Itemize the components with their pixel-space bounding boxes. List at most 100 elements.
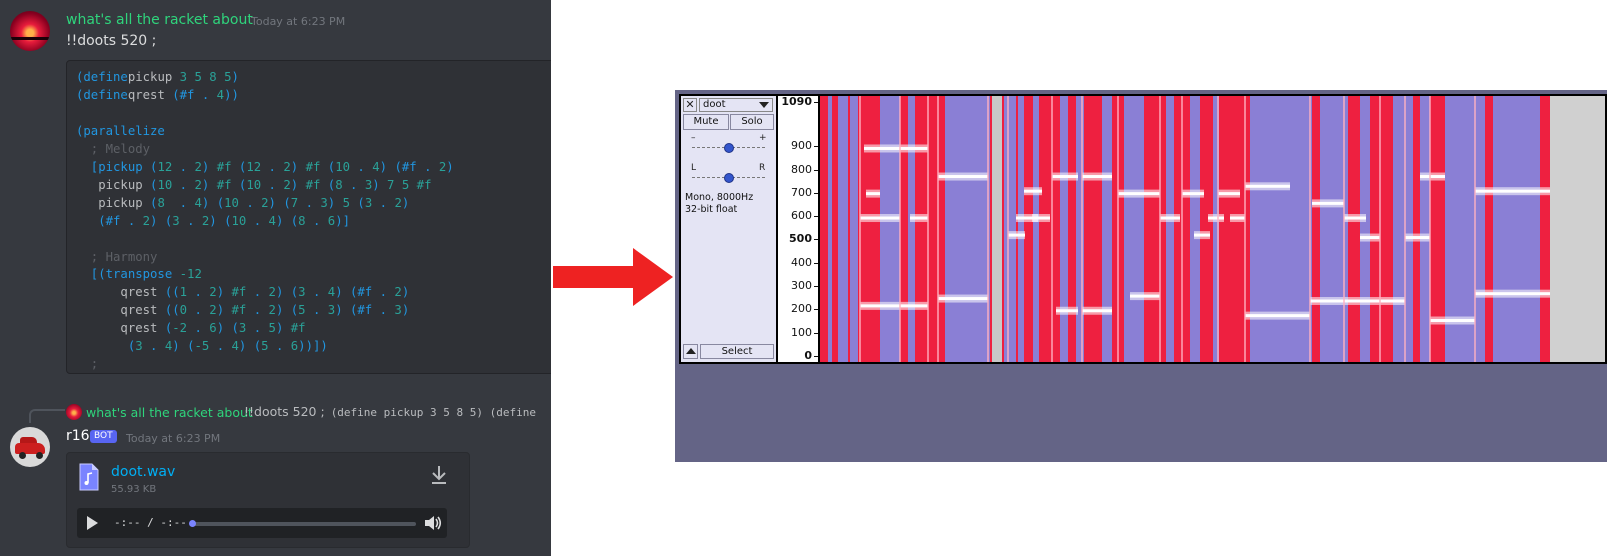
reply-author[interactable]: what's all the racket about: [86, 405, 253, 420]
audio-progress-knob[interactable]: [189, 520, 196, 527]
bot-author[interactable]: r16: [66, 428, 90, 444]
code-line: pickup (10 . 2) #f (10 . 2) #f (8 . 3) 7…: [76, 177, 432, 192]
tone-line: [938, 297, 988, 301]
ruler-label: 600: [791, 209, 812, 223]
spectrogram[interactable]: [820, 96, 1550, 362]
onset-line: [1117, 96, 1119, 362]
tone-line: [1360, 236, 1380, 240]
onset-line: [937, 96, 939, 362]
tone-line: [900, 146, 928, 150]
code-line: pickup (8 . 4) (10 . 2) (7 . 3) 5 (3 . 2…: [76, 195, 410, 210]
noise-column: [1250, 96, 1312, 362]
empty-track-area: [1550, 96, 1605, 362]
track-name-menu[interactable]: doot: [699, 98, 773, 112]
noise-column: [1360, 96, 1370, 362]
track-close-button[interactable]: ✕: [683, 98, 697, 112]
bot-avatar[interactable]: [10, 427, 50, 467]
tone-line: [1218, 192, 1240, 196]
noise-column: [838, 96, 848, 362]
tone-line: [900, 304, 928, 308]
onset-line: [859, 96, 861, 362]
solo-button[interactable]: Solo: [730, 114, 774, 130]
ruler-label: 400: [791, 255, 812, 269]
dropdown-arrow-icon[interactable]: [759, 102, 769, 108]
noise-column: [1166, 96, 1174, 362]
onset-line: [927, 96, 929, 362]
code-line: [pickup (12 . 2) #f (12 . 2) #f (10 . 4)…: [76, 159, 454, 174]
attachment-size: 55.93 KB: [111, 484, 157, 495]
code-line: ;: [76, 357, 99, 372]
user-avatar[interactable]: [10, 11, 50, 51]
tone-line: [1052, 175, 1078, 179]
tone-line: [1405, 236, 1430, 240]
track-format-info: Mono, 8000Hz 32-bit float: [685, 192, 754, 215]
attachment-filename[interactable]: doot.wav: [111, 464, 175, 480]
audio-file-icon: [79, 463, 99, 491]
noise-column: [1018, 96, 1024, 362]
tone-line: [1082, 175, 1112, 179]
mute-button[interactable]: Mute: [683, 114, 729, 130]
audio-progress-bar[interactable]: [189, 520, 416, 527]
onset-line: [1429, 96, 1431, 362]
code-line: (definepickup 3 5 8 5): [76, 70, 239, 84]
tone-line: [1230, 216, 1245, 220]
ruler-tick: [814, 262, 818, 264]
tone-line: [1312, 201, 1344, 205]
noise-column: [945, 96, 990, 362]
tone-line: [1082, 309, 1112, 313]
download-icon[interactable]: [430, 465, 448, 485]
onset-line: [1244, 96, 1246, 362]
tone-line: [1182, 192, 1204, 196]
discord-chat-panel: what's all the racket about Today at 6:2…: [0, 0, 551, 556]
gain-slider-knob[interactable]: [724, 143, 734, 153]
onset-line: [1007, 96, 1009, 362]
message-text: !!doots 520 ;: [66, 33, 157, 49]
tone-line: [1032, 216, 1050, 220]
track-control-panel: ✕ doot Mute Solo – + L R Mono, 8000Hz 32…: [681, 96, 776, 362]
onset-line: [899, 96, 901, 362]
pan-slider-knob[interactable]: [724, 173, 734, 183]
tone-line: [910, 216, 928, 220]
ruler-label: 200: [791, 302, 812, 316]
tone-line: [860, 304, 900, 308]
ruler-tick: [814, 332, 818, 334]
tone-line: [1245, 184, 1290, 188]
play-icon[interactable]: [87, 516, 98, 530]
noise-column: [1190, 96, 1200, 362]
onset-line: [1159, 96, 1161, 362]
noise-column: [880, 96, 900, 362]
ruler-tick: [814, 169, 818, 171]
code-line: qrest (-2 . 6) (3 . 5) #f: [76, 321, 306, 336]
reply-avatar[interactable]: [66, 404, 82, 420]
ruler-tick: [814, 286, 818, 288]
tone-line: [1475, 189, 1550, 193]
message-timestamp: Today at 6:23 PM: [251, 15, 346, 28]
noise-column: [1493, 96, 1540, 362]
code-line: (defineqrest (#f . 4)): [76, 87, 239, 102]
tone-line: [1380, 299, 1405, 303]
tone-line: [938, 175, 988, 179]
reply-preview[interactable]: !!doots 520 ; (define pickup 3 5 8 5) (de…: [244, 404, 536, 419]
tone-line: [1420, 175, 1445, 179]
message-author[interactable]: what's all the racket about: [66, 12, 253, 28]
collapse-track-button[interactable]: [683, 344, 698, 359]
noise-column: [1060, 96, 1068, 362]
tone-line: [1344, 216, 1366, 220]
noise-column: [1102, 96, 1112, 362]
onset-line: [1379, 96, 1381, 362]
tone-line: [1245, 314, 1310, 318]
tone-line: [1130, 294, 1160, 298]
track-name: doot: [703, 99, 726, 110]
tone-line: [1208, 216, 1224, 220]
select-track-button[interactable]: Select: [700, 344, 774, 359]
code-line: [(transpose -12: [76, 267, 202, 282]
ruler-label: 900: [791, 139, 812, 153]
audacity-window: ✕ doot Mute Solo – + L R Mono, 8000Hz 32…: [675, 90, 1607, 462]
tone-line: [866, 192, 880, 196]
code-line: ; Harmony: [76, 249, 158, 264]
tone-line: [1430, 319, 1475, 323]
code-content: (definepickup 3 5 8 5) (defineqrest (#f …: [76, 69, 454, 374]
volume-icon[interactable]: [423, 514, 443, 532]
reply-connector: [29, 409, 65, 423]
ruler-label: 300: [791, 279, 812, 293]
